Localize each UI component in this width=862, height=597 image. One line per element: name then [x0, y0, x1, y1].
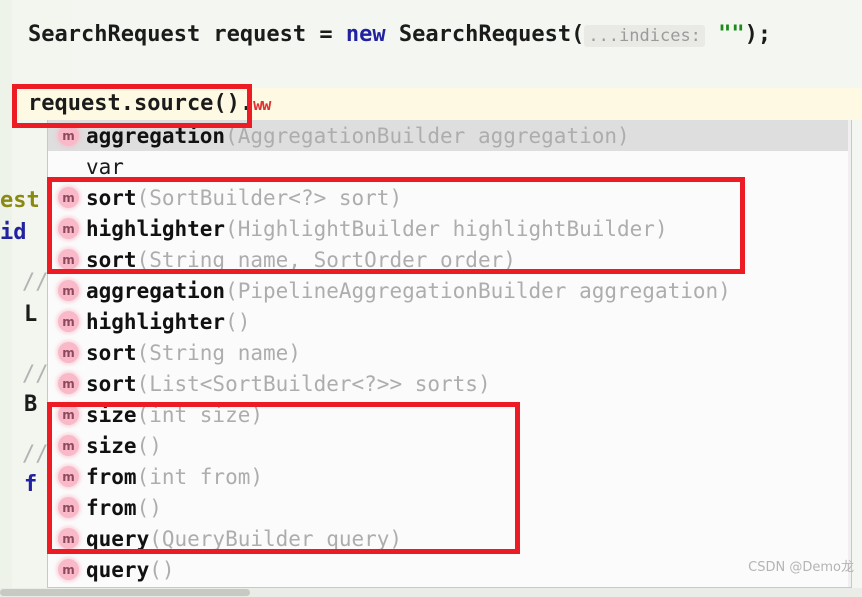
code-token-keyword-new: new [345, 22, 386, 47]
bg-code-fragment-comment-2: // [22, 362, 49, 387]
bg-code-fragment-f: f [24, 472, 38, 497]
completion-item-signature: (int from) [136, 464, 264, 489]
completion-item-name: sort [86, 371, 137, 396]
completion-item-signature: (String name, SortOrder order) [136, 247, 516, 272]
completion-item-signature: (HighlightBuilder highlightBuilder) [225, 216, 668, 241]
method-icon: m [58, 342, 79, 363]
code-token-constructor: SearchRequest( [385, 22, 585, 47]
completion-row[interactable]: m from (int from) [48, 461, 851, 492]
method-icon: m [58, 280, 79, 301]
completion-item-name: aggregation [86, 278, 226, 303]
code-token-string-literal: "" [718, 22, 745, 47]
code-token-dot: . [239, 91, 254, 116]
bg-code-fragment-comment-3: // [22, 442, 49, 467]
completion-row[interactable]: m aggregation (AggregationBuilder aggregat… [48, 120, 851, 151]
completion-row[interactable]: m sort (SortBuilder<?> sort) [48, 182, 851, 213]
code-completion-popup[interactable]: m aggregation (AggregationBuilder aggregat… [47, 120, 852, 588]
bg-code-fragment-L: L [24, 302, 38, 327]
completion-item-signature: () [136, 433, 162, 458]
method-icon: m [58, 497, 79, 518]
completion-row[interactable]: m size() [48, 430, 851, 461]
method-icon: m [58, 311, 79, 332]
completion-item-name: sort [86, 185, 137, 210]
bg-code-fragment-B: B [24, 392, 38, 417]
completion-list[interactable]: m aggregation (AggregationBuilder aggregat… [48, 120, 851, 585]
completion-item-signature: (SortBuilder<?> sort) [136, 185, 403, 210]
code-token-suffix: ); [744, 22, 772, 47]
completion-row[interactable]: m size (int size) [48, 399, 851, 430]
completion-item-signature: (List<SortBuilder<?>> sorts) [136, 371, 491, 396]
code-line-declaration[interactable]: SearchRequest request = new SearchReques… [28, 20, 771, 51]
completion-item-name: highlighter [86, 309, 226, 334]
horizontal-scrollbar[interactable] [0, 588, 862, 597]
editor-gutter-outer [0, 0, 12, 597]
error-squiggle: ww [253, 95, 271, 114]
method-icon: m [58, 466, 79, 487]
completion-item-name: aggregation [86, 123, 226, 148]
completion-row[interactable]: m query() [48, 554, 851, 585]
method-icon: m [58, 528, 79, 549]
completion-item-name: size [86, 402, 137, 427]
completion-item-signature: (QueryBuilder query) [149, 526, 403, 551]
completion-item-signature: () [149, 557, 175, 582]
completion-item-name: var [86, 154, 124, 179]
method-icon: m [58, 218, 79, 239]
completion-item-name: from [86, 495, 137, 520]
method-icon: m [58, 373, 79, 394]
completion-item-signature: () [225, 309, 251, 334]
completion-item-signature: (PipelineAggregationBuilder aggregation) [225, 278, 731, 303]
horizontal-scrollbar-thumb[interactable] [0, 589, 250, 596]
code-line-source-call[interactable]: request.source().ww [28, 89, 271, 120]
watermark-text: CSDN @Demo龙 [748, 560, 854, 575]
parameter-hint-chip: ...indices: [584, 25, 705, 47]
bg-code-fragment-comment-1: // [22, 270, 49, 295]
completion-row[interactable]: m sort (String name) [48, 337, 851, 368]
bg-code-fragment-est: est [0, 188, 40, 213]
popup-scrollbar[interactable] [848, 120, 851, 587]
completion-item-signature: () [136, 495, 162, 520]
completion-row[interactable]: m highlighter() [48, 306, 851, 337]
completion-item-name: query [86, 557, 150, 582]
completion-item-name: query [86, 526, 150, 551]
completion-item-name: size [86, 433, 137, 458]
completion-row[interactable]: m from() [48, 492, 851, 523]
code-token-request-source: request.source() [28, 91, 240, 116]
completion-row[interactable]: m highlighter (HighlightBuilder highlightB… [48, 213, 851, 244]
method-icon: m [58, 187, 79, 208]
method-icon: m [58, 249, 79, 270]
completion-row[interactable]: m query (QueryBuilder query) [48, 523, 851, 554]
completion-item-name: sort [86, 340, 137, 365]
completion-row[interactable]: m aggregation (PipelineAggregationBuilder … [48, 275, 851, 306]
completion-row[interactable]: mvar [48, 151, 851, 182]
completion-row[interactable]: m sort (List<SortBuilder<?>> sorts) [48, 368, 851, 399]
code-editor[interactable]: est id // L // B // f SearchRequest requ… [0, 0, 862, 597]
method-icon: m [58, 404, 79, 425]
bg-code-fragment-id: id [0, 220, 27, 245]
method-icon: m [58, 435, 79, 456]
completion-item-name: sort [86, 247, 137, 272]
completion-item-name: from [86, 464, 137, 489]
completion-row[interactable]: m sort (String name, SortOrder order) [48, 244, 851, 275]
completion-item-signature: (String name) [136, 340, 301, 365]
method-icon: m [58, 559, 79, 580]
code-token-prefix: SearchRequest request = [28, 22, 346, 47]
method-icon: m [58, 125, 79, 146]
completion-item-name: highlighter [86, 216, 226, 241]
completion-item-signature: (int size) [136, 402, 264, 427]
completion-item-signature: (AggregationBuilder aggregation) [225, 123, 630, 148]
